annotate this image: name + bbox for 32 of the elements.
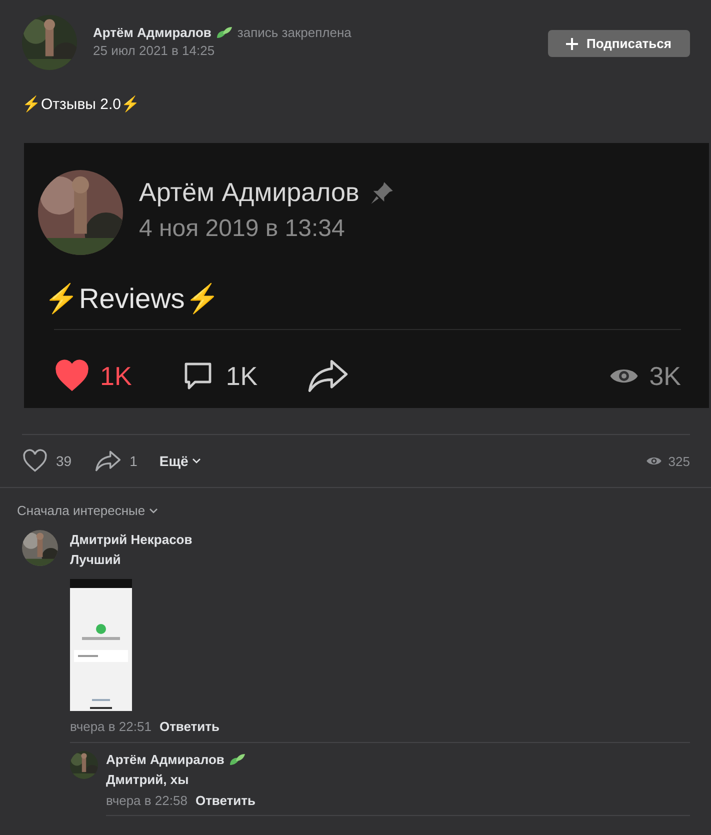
author-name: Артём Адмиралов [139,177,360,208]
pinned-note: запись закреплена [237,25,352,40]
comment-time[interactable]: вчера в 22:51 [70,719,152,734]
pin-icon [369,180,396,206]
heart-icon[interactable] [22,448,48,474]
share-count: 1 [130,453,138,469]
plus-icon [566,38,578,50]
post-text: ⚡Отзывы 2.0⚡ [22,95,141,113]
more-menu[interactable]: Ещё [159,453,188,469]
reply-link[interactable]: Ответить [159,719,220,734]
sort-menu[interactable]: Сначала интересные [17,503,146,518]
view-count: 3K [649,360,681,392]
comment-text: Дмитрий, хы [106,772,190,787]
chevron-down-icon [192,458,202,464]
leaf-icon [215,26,234,40]
author-name[interactable]: Артём Адмиралов [93,25,212,40]
chevron-down-icon [149,508,158,514]
post-date: 4 ноя 2019 в 13:34 [139,215,346,243]
reply-link[interactable]: Ответить [195,793,256,808]
leaf-icon [228,752,246,766]
post-text: ⚡Reviews⚡ [44,282,221,315]
view-count: 325 [668,454,690,468]
comment-time[interactable]: вчера в 22:58 [106,793,188,808]
like-count: 1K [100,360,132,392]
post-date[interactable]: 25 июл 2021 в 14:25 [93,43,548,58]
heart-icon[interactable] [54,358,90,394]
comment-author[interactable]: Артём Адмиралов [106,752,224,767]
like-count: 39 [56,453,72,469]
comment-author[interactable]: Дмитрий Некрасов [70,532,192,547]
comment-count: 1K [226,360,258,392]
comment-text: Лучший [70,552,122,567]
subscribe-button[interactable]: Подписаться [548,30,690,57]
